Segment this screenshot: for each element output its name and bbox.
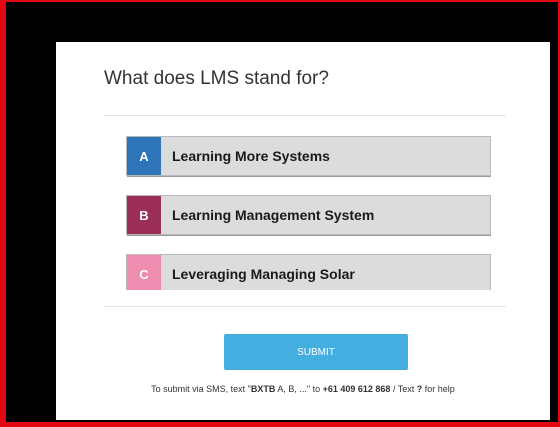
- option-a[interactable]: A Learning More Systems: [126, 136, 491, 176]
- bottom-divider: [104, 306, 506, 307]
- sms-code: BXTB: [250, 384, 276, 394]
- options-list[interactable]: A Learning More Systems B Learning Manag…: [126, 136, 491, 290]
- sms-help-prefix: / Text: [390, 384, 417, 394]
- sms-instructions: To submit via SMS, text "BXTB A, B, ..."…: [56, 384, 550, 394]
- option-label-a: Learning More Systems: [172, 148, 330, 164]
- quiz-card: What does LMS stand for? A Learning More…: [56, 42, 550, 420]
- option-label-c: Leveraging Managing Solar: [172, 266, 355, 282]
- option-c[interactable]: C Leveraging Managing Solar: [126, 254, 491, 290]
- option-label-b: Learning Management System: [172, 207, 375, 223]
- sms-number: +61 409 612 868: [322, 384, 391, 394]
- red-frame: What does LMS stand for? A Learning More…: [0, 0, 560, 427]
- option-letter-b: B: [127, 196, 161, 234]
- option-letter-a: A: [127, 137, 161, 175]
- question-title: What does LMS stand for?: [104, 68, 329, 89]
- sms-help-suffix: for help: [422, 384, 455, 394]
- sms-prefix: To submit via SMS, text ": [151, 384, 251, 394]
- option-letter-c: C: [127, 255, 161, 290]
- sms-middle: A, B, ..." to: [275, 384, 323, 394]
- option-b[interactable]: B Learning Management System: [126, 195, 491, 235]
- top-divider: [104, 115, 506, 116]
- submit-button[interactable]: SUBMIT: [224, 334, 408, 370]
